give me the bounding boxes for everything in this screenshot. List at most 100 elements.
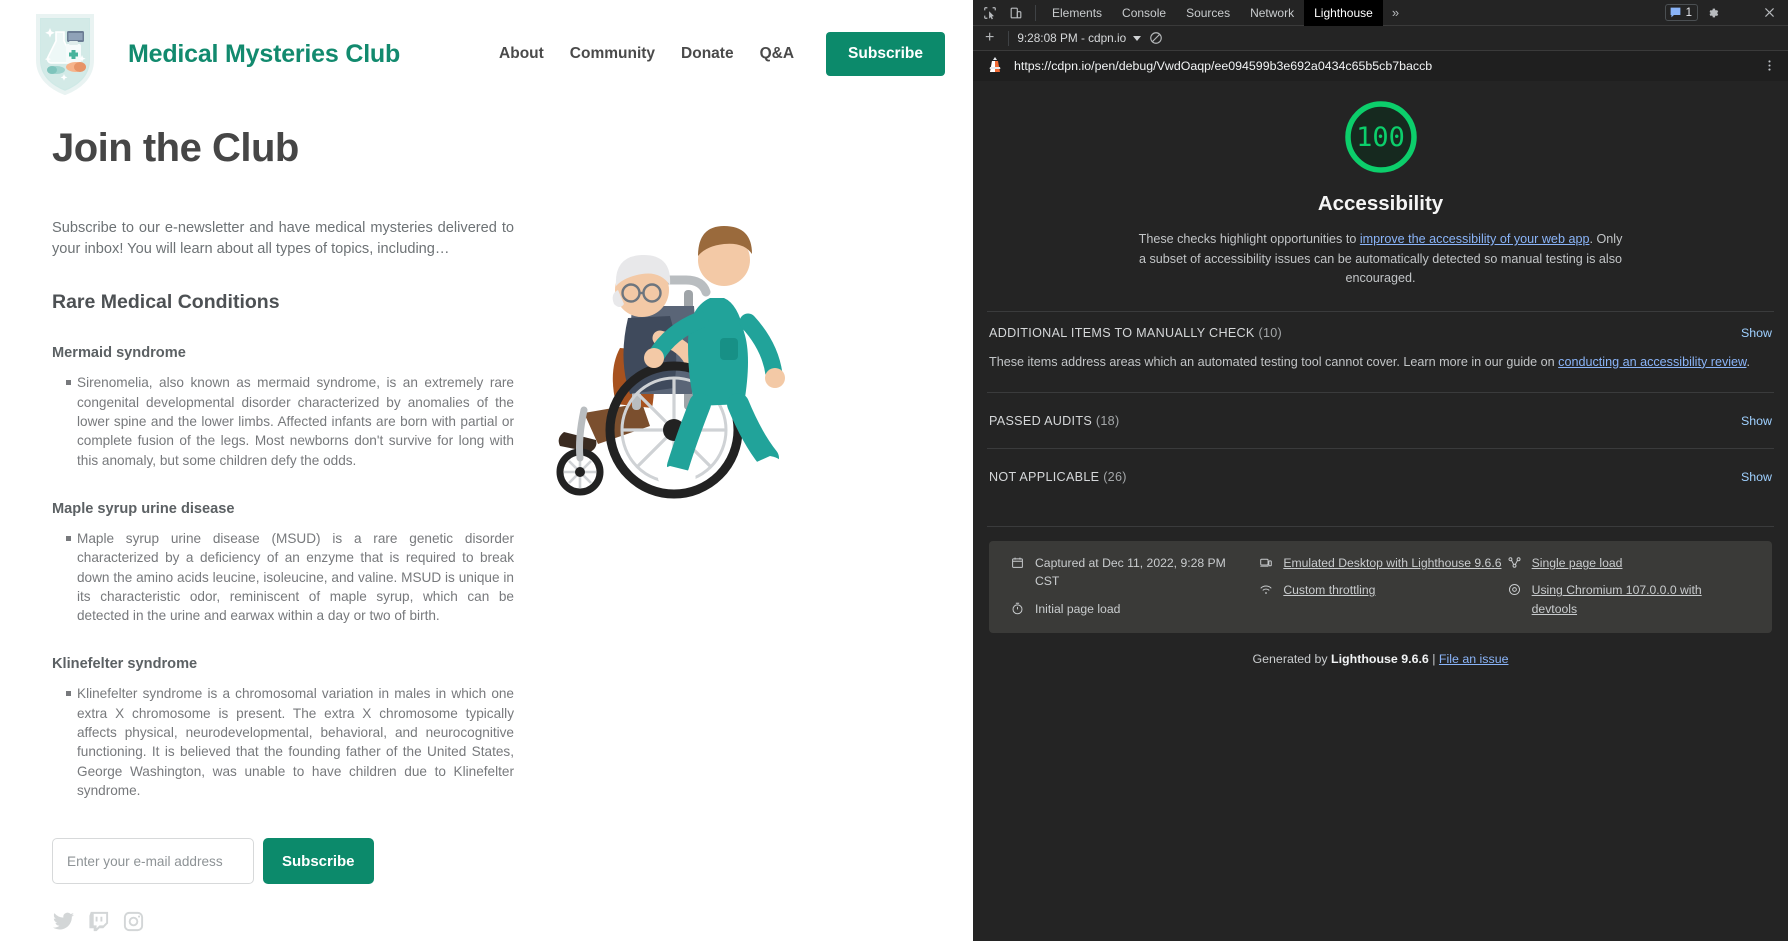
inspect-element-icon[interactable] [977,2,1003,24]
accessibility-review-link[interactable]: conducting an accessibility review [1558,355,1746,369]
medical-shield-badge-icon[interactable] [30,10,100,98]
improve-accessibility-link[interactable]: improve the accessibility of your web ap… [1360,232,1590,246]
page-title: Join the Club [52,126,514,171]
section-body-part-2: . [1746,355,1750,369]
footer-prefix: Generated by [1253,652,1332,666]
brand-name[interactable]: Medical Mysteries Club [128,40,400,69]
twitter-icon[interactable] [52,910,75,933]
main-nav: About Community Donate Q&A Subscribe [499,32,953,76]
calendar-icon [1011,554,1025,591]
more-tabs-icon[interactable]: » [1383,5,1408,20]
section-count: (26) [1103,470,1127,484]
condition-title-klinefelter: Klinefelter syndrome [52,656,514,672]
newsletter-form: Subscribe [52,838,514,884]
tab-elements[interactable]: Elements [1042,0,1112,26]
section-title: NOT APPLICABLE (26) [989,470,1127,484]
section-title-text: NOT APPLICABLE [989,470,1099,484]
condition-list-msud: Maple syrup urine disease (MSUD) is a ra… [52,529,514,625]
chevron-down-icon[interactable] [1133,36,1141,41]
metadata-column-1: Captured at Dec 11, 2022, 9:28 PM CST In… [1011,554,1253,618]
content-column: Join the Club Subscribe to our e-newslet… [52,108,514,941]
intro-paragraph: Subscribe to our e-newsletter and have m… [52,218,514,259]
footer-divider: | [1429,652,1439,666]
report-metadata: Captured at Dec 11, 2022, 9:28 PM CST In… [989,541,1772,633]
twitch-icon[interactable] [87,910,110,933]
tab-network[interactable]: Network [1240,0,1304,26]
devtools-panel: Elements Console Sources Network Lightho… [973,0,1788,941]
social-links [52,910,514,941]
tab-console[interactable]: Console [1112,0,1176,26]
section-manual-check: ADDITIONAL ITEMS TO MANUALLY CHECK (10) … [987,311,1774,393]
nurse-pushing-wheelchair-illustration [524,198,854,543]
header-subscribe-button[interactable]: Subscribe [826,32,945,76]
section-header[interactable]: NOT APPLICABLE (26) Show [987,449,1774,504]
throttling-link[interactable]: Custom throttling [1283,581,1375,599]
section-show-toggle[interactable]: Show [1741,470,1772,484]
score-value: 100 [1342,98,1420,176]
section-header[interactable]: PASSED AUDITS (18) Show [987,393,1774,448]
metadata-item-single-page-load: Single page load [1508,554,1750,572]
section-show-toggle[interactable]: Show [1741,326,1772,340]
tab-sources[interactable]: Sources [1176,0,1240,26]
section-header[interactable]: ADDITIONAL ITEMS TO MANUALLY CHECK (10) … [987,312,1774,353]
metadata-item-page-load: Initial page load [1011,600,1253,618]
condition-title-mermaid: Mermaid syndrome [52,345,514,361]
devtools-tabbar: Elements Console Sources Network Lightho… [973,0,1788,26]
metadata-item-captured-at: Captured at Dec 11, 2022, 9:28 PM CST [1011,554,1253,591]
section-show-toggle[interactable]: Show [1741,414,1772,428]
emulation-link[interactable]: Emulated Desktop with Lighthouse 9.6.6 [1283,554,1501,572]
metadata-item-throttling: Custom throttling [1259,581,1501,599]
report-options-icon[interactable] [1759,59,1780,74]
gear-icon[interactable] [1700,2,1726,24]
issues-counter-icon[interactable]: 1 [1665,4,1698,21]
issues-count: 1 [1686,7,1692,19]
metadata-column-3: Single page load Using Chromium 107.0.0.… [1508,554,1750,618]
nav-item-about[interactable]: About [499,45,544,63]
section-title-text: PASSED AUDITS [989,414,1092,428]
nav-item-donate[interactable]: Donate [681,45,734,63]
lighthouse-scroll-area: 100 Accessibility These checks highlight… [973,81,1788,941]
nav-item-qa[interactable]: Q&A [760,45,794,63]
meta-divider [987,526,1774,527]
condition-list-klinefelter: Klinefelter syndrome is a chromosomal va… [52,684,514,800]
lighthouse-icon [987,56,1003,77]
throttling-icon [1259,581,1273,599]
report-run-selector[interactable]: 9:28:08 PM - cdpn.io [1017,31,1141,45]
metadata-text: Initial page load [1035,600,1120,618]
device-toolbar-icon[interactable] [1003,2,1029,24]
category-description: These checks highlight opportunities to … [1135,230,1627,289]
section-title: PASSED AUDITS (18) [989,414,1119,428]
single-page-load-link[interactable]: Single page load [1532,554,1623,572]
section-not-applicable: NOT APPLICABLE (26) Show [987,448,1774,504]
accessibility-score-block: 100 Accessibility These checks highlight… [987,81,1774,289]
email-field[interactable] [52,838,254,884]
toolbar-divider [1035,5,1036,21]
chromium-version-link[interactable]: Using Chromium 107.0.0.0 with devtools [1532,581,1750,618]
more-options-icon[interactable]: more-options-icon [1728,2,1754,24]
footer-version: Lighthouse 9.6.6 [1331,652,1429,666]
new-report-icon[interactable]: + [979,30,1000,46]
metadata-item-chromium: Using Chromium 107.0.0.0 with devtools [1508,581,1750,618]
section-body: These items address areas which an autom… [987,353,1774,393]
clear-icon[interactable] [1149,31,1163,45]
metadata-column-2: Emulated Desktop with Lighthouse 9.6.6 C… [1259,554,1501,618]
list-item: Sirenomelia, also known as mermaid syndr… [66,373,514,469]
subscribe-submit-button[interactable]: Subscribe [263,838,374,884]
section-count: (18) [1096,414,1120,428]
section-heading-rare-conditions: Rare Medical Conditions [52,291,514,314]
section-title-text: ADDITIONAL ITEMS TO MANUALLY CHECK [989,326,1255,340]
tab-lighthouse[interactable]: Lighthouse [1304,0,1383,26]
lighthouse-urlbar: https://cdpn.io/pen/debug/VwdOaqp/ee0945… [973,51,1788,81]
instagram-icon[interactable] [122,910,145,933]
list-item: Maple syrup urine disease (MSUD) is a ra… [66,529,514,625]
section-title: ADDITIONAL ITEMS TO MANUALLY CHECK (10) [989,326,1282,340]
nav-item-community[interactable]: Community [570,45,655,63]
list-item: Klinefelter syndrome is a chromosomal va… [66,684,514,800]
report-url[interactable]: https://cdpn.io/pen/debug/VwdOaqp/ee0945… [1014,59,1748,73]
stopwatch-icon [1011,600,1025,618]
file-an-issue-link[interactable]: File an issue [1439,652,1509,666]
chromium-icon [1508,581,1522,618]
site-header: Medical Mysteries Club About Community D… [0,0,973,108]
close-icon[interactable] [1756,2,1782,24]
subbar-divider [1008,31,1009,46]
